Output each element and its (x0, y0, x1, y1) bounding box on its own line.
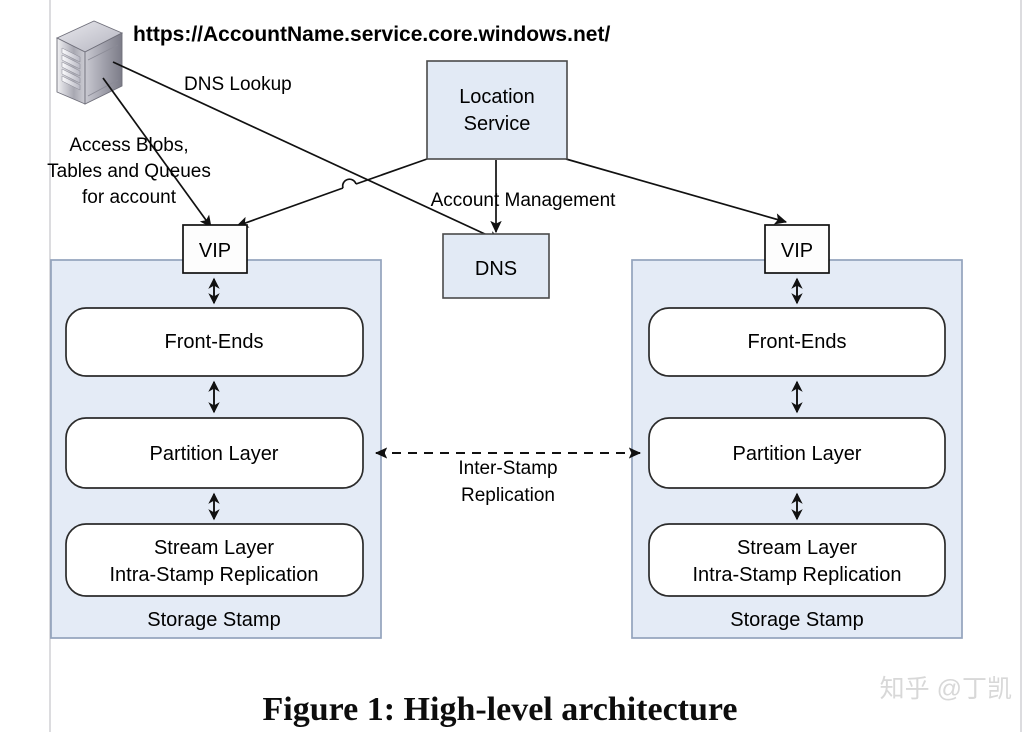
right-front-ends-label: Front-Ends (748, 331, 847, 353)
figure-container: https://AccountName.service.core.windows… (0, 0, 1030, 732)
figure-caption: Figure 1: High-level architecture (263, 691, 738, 728)
watermark-label: 知乎 @丁凯 (880, 675, 1012, 703)
left-partition-layer-label: Partition Layer (150, 443, 279, 465)
left-stamp-title: Storage Stamp (147, 609, 280, 631)
dns-label: DNS (475, 258, 517, 280)
access-blobs-annotation-line2: Tables and Queues (47, 161, 211, 182)
dns-node[interactable]: DNS (442, 233, 550, 299)
location-service-label-line2: Service (464, 113, 531, 135)
access-blobs-annotation-line3: for account (82, 187, 177, 208)
left-stream-layer-label-line1: Stream Layer (154, 537, 274, 559)
right-stream-layer-label-line1: Stream Layer (737, 537, 857, 559)
left-vip-label: VIP (199, 240, 231, 262)
left-storage-stamp[interactable]: Front-Ends Partition Layer Stream Layer … (50, 259, 382, 639)
left-stream-layer-label-line2: Intra-Stamp Replication (110, 564, 319, 586)
right-stream-layer-label-line2: Intra-Stamp Replication (693, 564, 902, 586)
access-blobs-annotation-line1: Access Blobs, (69, 135, 188, 156)
inter-stamp-annotation-line1: Inter-Stamp (458, 458, 557, 479)
dns-lookup-annotation: DNS Lookup (184, 74, 292, 95)
arrow-ls-to-left-vip (235, 158, 428, 228)
right-stamp-title: Storage Stamp (730, 609, 863, 631)
left-front-ends-label: Front-Ends (165, 331, 264, 353)
url-label: https://AccountName.service.core.windows… (133, 23, 610, 46)
right-partition-layer-label: Partition Layer (733, 443, 862, 465)
right-vip-label: VIP (781, 240, 813, 262)
architecture-diagram: https://AccountName.service.core.windows… (47, 0, 1022, 732)
account-management-annotation: Account Management (431, 190, 617, 211)
location-service-label-line1: Location (459, 86, 535, 108)
location-service-node[interactable]: Location Service (426, 60, 568, 160)
right-storage-stamp[interactable]: Front-Ends Partition Layer Stream Layer … (631, 259, 963, 639)
inter-stamp-annotation-line2: Replication (461, 485, 555, 506)
location-service-box[interactable] (426, 60, 568, 160)
right-vip-node[interactable]: VIP (764, 224, 830, 274)
left-vip-node[interactable]: VIP (182, 224, 248, 274)
